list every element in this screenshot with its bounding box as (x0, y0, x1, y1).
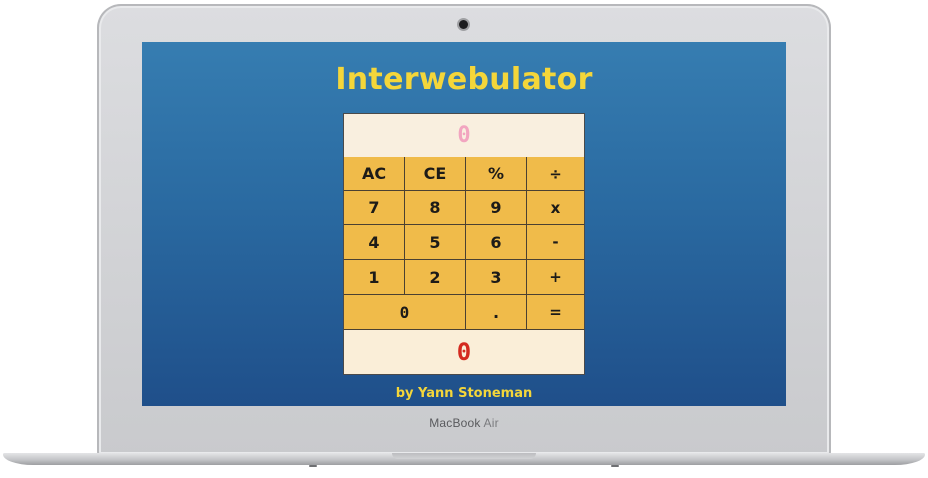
device-model: Air (483, 416, 499, 430)
multiply-button[interactable]: x (527, 191, 584, 225)
six-button[interactable]: 6 (466, 225, 527, 260)
decimal-button[interactable]: . (466, 295, 527, 330)
divide-button[interactable]: ÷ (527, 157, 584, 191)
nine-button[interactable]: 9 (466, 191, 527, 225)
app-screen: Interwebulator 0 AC CE % ÷ 7 8 9 x 4 5 6… (142, 42, 786, 406)
device-brand: MacBook (429, 416, 481, 430)
keypad: AC CE % ÷ 7 8 9 x 4 5 6 - 1 2 3 + 0 . = (344, 157, 584, 330)
ac-button[interactable]: AC (344, 157, 405, 191)
one-button[interactable]: 1 (344, 260, 405, 295)
three-button[interactable]: 3 (466, 260, 527, 295)
laptop-mockup: Interwebulator 0 AC CE % ÷ 7 8 9 x 4 5 6… (0, 0, 928, 478)
eight-button[interactable]: 8 (405, 191, 466, 225)
page-title: Interwebulator (335, 62, 593, 97)
subtract-button[interactable]: - (527, 225, 584, 260)
camera-icon (459, 20, 468, 29)
input-display: 0 (344, 114, 584, 157)
two-button[interactable]: 2 (405, 260, 466, 295)
calculator: 0 AC CE % ÷ 7 8 9 x 4 5 6 - 1 2 3 + 0 . (343, 113, 585, 375)
author-credit: by Yann Stoneman (395, 386, 533, 401)
five-button[interactable]: 5 (405, 225, 466, 260)
four-button[interactable]: 4 (344, 225, 405, 260)
laptop-foot (309, 465, 317, 467)
device-label: MacBook Air (97, 416, 831, 430)
laptop-hinge-notch (392, 453, 536, 459)
equals-button[interactable]: = (527, 295, 584, 330)
percent-button[interactable]: % (466, 157, 527, 191)
ce-button[interactable]: CE (405, 157, 466, 191)
seven-button[interactable]: 7 (344, 191, 405, 225)
zero-button[interactable]: 0 (344, 295, 466, 330)
add-button[interactable]: + (527, 260, 584, 295)
laptop-foot (611, 465, 619, 467)
result-display: 0 (344, 330, 584, 374)
